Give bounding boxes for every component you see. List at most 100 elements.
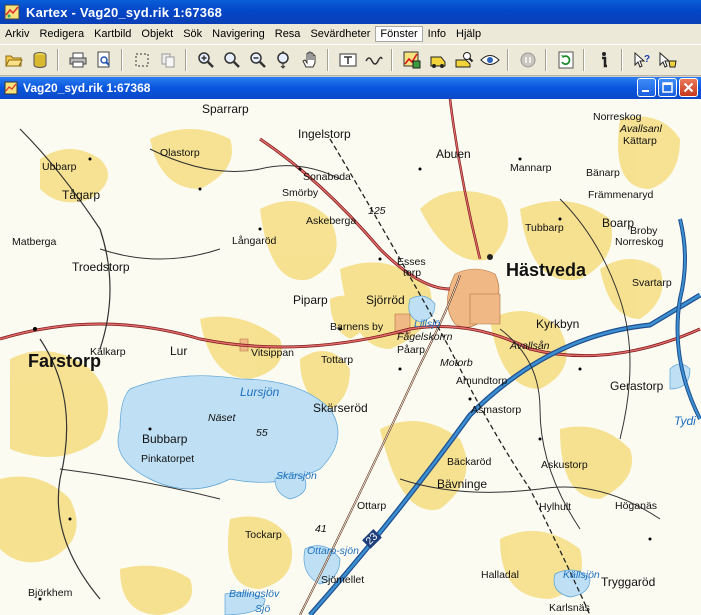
place-label: Ingelstorp [298, 127, 351, 141]
zoom-out-button[interactable] [246, 48, 270, 72]
place-label: Gerastorp [610, 379, 664, 393]
place-label: Olastorp [160, 147, 200, 159]
zoom-out-icon [250, 52, 266, 68]
vehicle-button[interactable] [426, 48, 450, 72]
place-label: Bäckaröd [447, 456, 492, 468]
place-label: Sonaboda [303, 171, 351, 183]
refresh-icon [558, 51, 574, 69]
place-label: Källsjön [563, 569, 600, 581]
menu-resa[interactable]: Resa [270, 26, 306, 42]
help-icon: ? [634, 51, 650, 68]
help-button[interactable]: ? [630, 48, 654, 72]
road-icon [365, 56, 383, 65]
menu-redigera[interactable]: Redigera [34, 26, 89, 42]
maximize-button[interactable] [658, 78, 677, 97]
open-button[interactable] [2, 48, 26, 72]
map-canvas[interactable]: Sparrarp Ingelstorp Abuen Norreskog Aval… [0, 99, 701, 615]
place-label: Piparp [293, 293, 328, 307]
vehicle-search-button[interactable] [452, 48, 476, 72]
place-label: Tockarp [245, 529, 282, 541]
print-preview-button[interactable] [92, 48, 116, 72]
close-button[interactable] [679, 78, 698, 97]
place-label: Tubbarp [525, 222, 564, 234]
zoom-button[interactable] [220, 48, 244, 72]
place-label: Norreskog [593, 111, 642, 123]
disabled-button[interactable] [516, 48, 540, 72]
place-label: 41 [315, 523, 327, 535]
place-label: Askustorp [541, 459, 588, 471]
place-label: Lursjön [240, 385, 280, 399]
info-button[interactable] [592, 48, 616, 72]
place-label: Sparrarp [202, 102, 249, 116]
view-button[interactable] [478, 48, 502, 72]
menu-hjalp[interactable]: Hjälp [451, 26, 486, 42]
help-pointer-icon [659, 51, 677, 68]
disabled-icon [520, 52, 536, 68]
place-label: Vitsippan [251, 347, 295, 359]
place-label: Amundtorp [456, 375, 508, 387]
place-label: 125 [368, 205, 386, 217]
place-label: Halladal [481, 569, 519, 581]
place-label: Asmastorp [471, 404, 522, 416]
place-label: Tydi [674, 414, 696, 428]
copy-button[interactable] [156, 48, 180, 72]
help-pointer-button[interactable] [656, 48, 680, 72]
open-icon [5, 55, 23, 67]
place-label: Mannarp [510, 162, 552, 174]
menu-info[interactable]: Info [423, 26, 451, 42]
place-label: Tågarp [62, 188, 101, 202]
place-label: 55 [256, 427, 268, 439]
place-label: Tottarp [321, 354, 354, 366]
menu-navigering[interactable]: Navigering [207, 26, 270, 42]
place-label: Skärsjön [276, 470, 317, 482]
place-label: Bubbarp [142, 432, 188, 446]
toolbar-separator [583, 49, 585, 71]
place-label: Hylhult [539, 501, 572, 513]
place-label: Kättarp [623, 135, 657, 147]
select-rect-icon [135, 53, 149, 67]
menu-sok[interactable]: Sök [178, 26, 207, 42]
place-label: Askeberga [306, 215, 357, 227]
print-icon [69, 52, 87, 68]
minimize-button[interactable] [637, 78, 656, 97]
menu-objekt[interactable]: Objekt [136, 26, 178, 42]
menu-fonster[interactable]: Fönster [375, 26, 423, 42]
print-button[interactable] [66, 48, 90, 72]
pan-hand-button[interactable] [298, 48, 322, 72]
text-icon [339, 53, 357, 67]
zoom-fit-button[interactable] [272, 48, 296, 72]
place-label: Hästveda [506, 260, 587, 280]
pan-hand-icon [302, 51, 316, 68]
place-label: Lillsjö [414, 318, 441, 330]
toolbar-separator [57, 49, 59, 71]
place-label: Långaröd [232, 235, 277, 247]
select-rect-button[interactable] [130, 48, 154, 72]
road-button[interactable] [362, 48, 386, 72]
place-label: Tryggaröd [601, 575, 656, 589]
refresh-button[interactable] [554, 48, 578, 72]
svg-text:?: ? [644, 54, 650, 65]
toolbar: ? [0, 45, 701, 76]
app-titlebar: Kartex - Vag20_syd.rik 1:67368 [0, 0, 701, 24]
zoom-in-icon [198, 52, 214, 68]
document-title: Vag20_syd.rik 1:67368 [23, 81, 151, 95]
toolbar-separator [391, 49, 393, 71]
place-label: Främmenaryd [588, 189, 654, 201]
place-label: torp [403, 267, 422, 279]
toolbar-separator [621, 49, 623, 71]
text-button[interactable] [336, 48, 360, 72]
maximize-icon [662, 82, 673, 93]
copy-icon [161, 53, 175, 68]
toolbar-separator [507, 49, 509, 71]
place-label: Troedstorp [72, 260, 130, 274]
place-label: Barnens by [330, 321, 384, 333]
database-button[interactable] [28, 48, 52, 72]
menu-sevardheter[interactable]: Sevärdheter [305, 26, 375, 42]
info-icon [602, 52, 607, 68]
window-controls [637, 78, 698, 97]
zoom-in-button[interactable] [194, 48, 218, 72]
menu-arkiv[interactable]: Arkiv [0, 26, 34, 42]
menu-kartbild[interactable]: Kartbild [89, 26, 136, 42]
view-icon [480, 55, 500, 65]
layers-button[interactable] [400, 48, 424, 72]
